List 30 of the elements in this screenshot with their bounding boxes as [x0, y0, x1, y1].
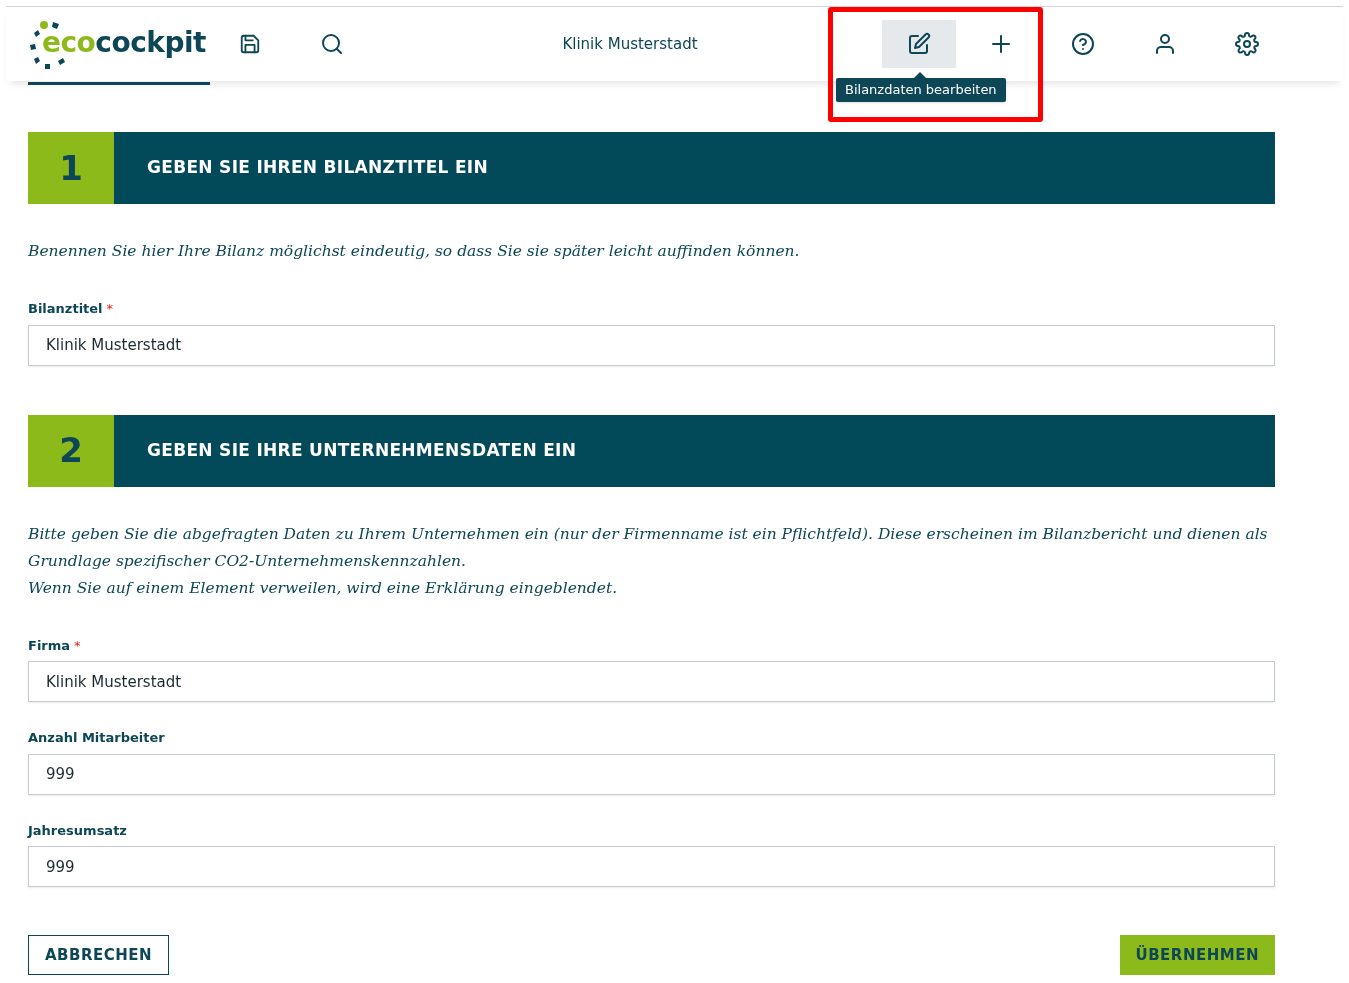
- input-field[interactable]: Klinik Musterstadt: [28, 661, 1275, 702]
- section-title: GEBEN SIE IHRE UNTERNEHMENSDATEN EIN: [146, 438, 577, 462]
- settings-icon: [1235, 32, 1259, 56]
- section-title: GEBEN SIE IHREN BILANZTITEL EIN: [146, 156, 488, 180]
- intro-paragraph: Benennen Sie hier Ihre Bilanz möglichst eindeutig, so dass Sie sie später leicht auffinden können.: [28, 241, 801, 262]
- input-field[interactable]: Klinik Musterstadt: [28, 324, 1275, 366]
- required-mark: *: [74, 636, 81, 655]
- input-field[interactable]: 999: [28, 846, 1275, 887]
- cancel-button[interactable]: ABBRECHEN: [28, 935, 170, 975]
- required-mark: *: [106, 300, 114, 318]
- tooltip: Bilanzdaten bearbeiten: [836, 78, 1006, 102]
- search-icon: [320, 32, 344, 56]
- field-label: Jahresumsatz: [28, 821, 127, 840]
- field-label: Anzahl Mitarbeiter: [28, 729, 165, 747]
- input-field[interactable]: 999: [28, 753, 1275, 795]
- help-icon: [1071, 32, 1095, 56]
- step-number: 1: [28, 132, 114, 204]
- intro-paragraph: Wenn Sie auf einem Element verweilen, wird eine Erklärung eingeblendet.: [28, 577, 619, 599]
- logo: ecocockpit: [28, 18, 206, 70]
- edit-icon: [907, 32, 931, 56]
- edit-button[interactable]: [882, 20, 956, 68]
- field-label: Bilanztitel: [28, 300, 103, 318]
- user-icon: [1153, 32, 1177, 56]
- plus-icon: [989, 32, 1013, 56]
- intro-paragraph: Bitte geben Sie die abgefragten Daten zu Ihrem Unternehmen ein (nur der Firmenname ist ein Pflichtfeld). Diese erscheinen im Bilanzbericht und dienen als Grundlage spezifischer CO2-Unternehmenskennzahlen.: [28, 523, 1269, 572]
- save-icon: [239, 33, 261, 55]
- field-label: Firma: [28, 636, 71, 655]
- submit-button[interactable]: ÜBERNEHMEN: [1119, 935, 1275, 975]
- step-number: 2: [28, 414, 114, 487]
- page-title: Klinik Musterstadt: [561, 33, 699, 55]
